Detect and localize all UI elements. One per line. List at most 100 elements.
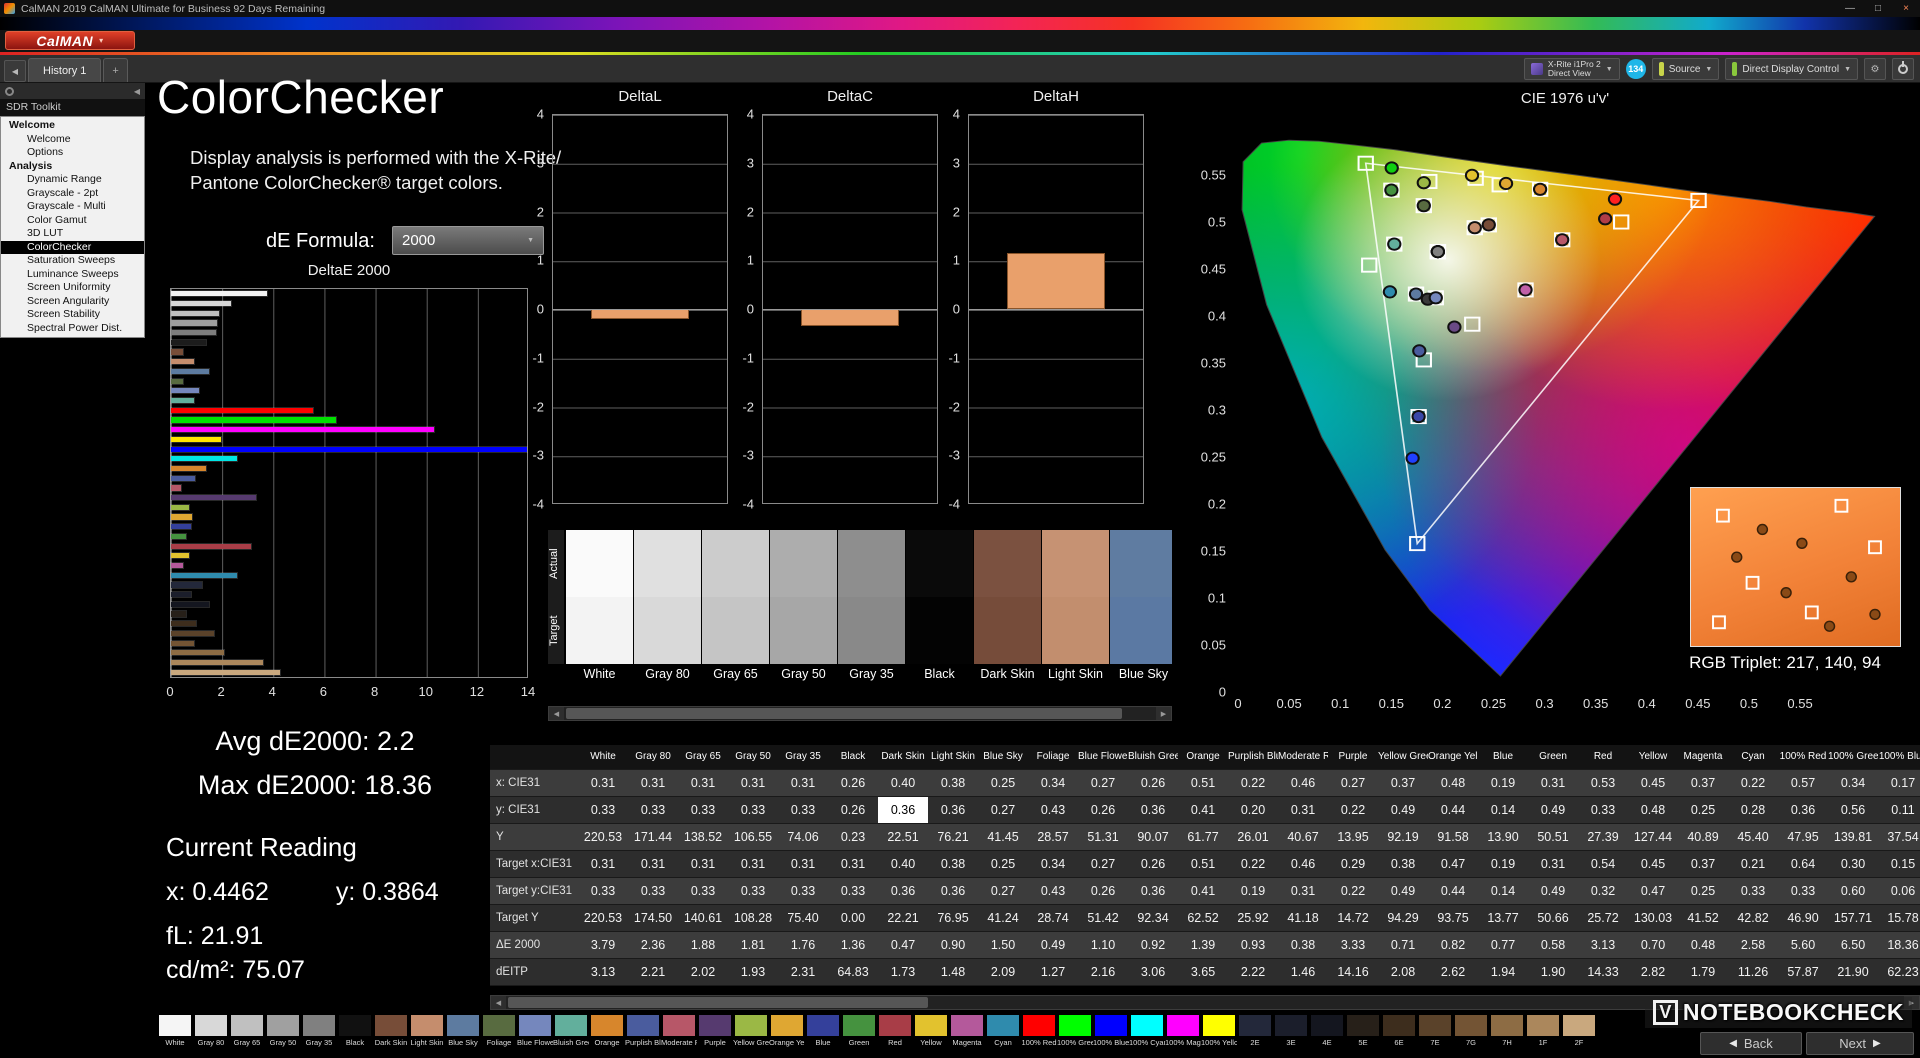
cell[interactable]: 108.28 xyxy=(728,904,778,932)
cell[interactable]: 2.31 xyxy=(778,958,828,986)
cell[interactable]: 0.27 xyxy=(978,796,1028,824)
cell[interactable]: 42.82 xyxy=(1728,904,1778,932)
cell[interactable]: 0.33 xyxy=(728,877,778,905)
cell[interactable]: 28.57 xyxy=(1028,823,1078,851)
calman-logo-menu[interactable]: CalMAN ▾ xyxy=(5,31,135,50)
patch-bluish-green[interactable]: Bluish Green xyxy=(553,1014,589,1058)
cell[interactable]: 0.15 xyxy=(1878,850,1920,878)
cell[interactable]: 0.14 xyxy=(1478,877,1528,905)
cell[interactable]: 0.31 xyxy=(1278,796,1328,824)
cell[interactable]: 174.50 xyxy=(628,904,678,932)
cell[interactable]: 157.71 xyxy=(1828,904,1878,932)
patch-dark-skin[interactable]: Dark Skin xyxy=(373,1014,409,1058)
sidebar-item-saturation-sweeps[interactable]: Saturation Sweeps xyxy=(1,254,144,268)
cell[interactable]: 0.31 xyxy=(1528,850,1578,878)
cell[interactable]: 1.90 xyxy=(1528,958,1578,986)
cell[interactable]: 0.82 xyxy=(1428,931,1478,959)
sidebar-item-welcome[interactable]: Welcome xyxy=(1,119,144,133)
cell[interactable]: 0.38 xyxy=(928,769,978,797)
cell[interactable]: 51.42 xyxy=(1078,904,1128,932)
meter-selector[interactable]: X-Rite i1Pro 2 Direct View ▼ xyxy=(1523,58,1620,80)
cell[interactable]: 41.52 xyxy=(1678,904,1728,932)
cell[interactable]: 41.24 xyxy=(978,904,1028,932)
maximize-icon[interactable]: □ xyxy=(1864,3,1892,14)
patch-foliage[interactable]: Foliage xyxy=(481,1014,517,1058)
back-button[interactable]: ◀ Back xyxy=(1700,1032,1802,1055)
cell[interactable]: 1.10 xyxy=(1078,931,1128,959)
cell[interactable]: 0.19 xyxy=(1478,769,1528,797)
cell[interactable]: 25.72 xyxy=(1578,904,1628,932)
sidebar-item-options[interactable]: Options xyxy=(1,146,144,160)
cell[interactable]: 62.52 xyxy=(1178,904,1228,932)
cell[interactable]: 0.48 xyxy=(1628,796,1678,824)
cell[interactable]: 0.33 xyxy=(728,796,778,824)
cell[interactable]: 76.21 xyxy=(928,823,978,851)
cell[interactable]: 0.26 xyxy=(828,769,878,797)
cell[interactable]: 0.90 xyxy=(928,931,978,959)
cell[interactable]: 0.33 xyxy=(678,796,728,824)
cell[interactable]: 0.49 xyxy=(1378,796,1428,824)
cell[interactable]: 6.50 xyxy=(1828,931,1878,959)
cell[interactable]: 3.65 xyxy=(1178,958,1228,986)
cell[interactable]: 0.40 xyxy=(878,850,928,878)
patch-7g[interactable]: 7G xyxy=(1453,1014,1489,1058)
swatch-scrollbar[interactable]: ◀ ▶ xyxy=(548,706,1172,721)
patch-1f[interactable]: 1F xyxy=(1525,1014,1561,1058)
cell[interactable]: 0.19 xyxy=(1228,877,1278,905)
cell[interactable]: 0.25 xyxy=(978,850,1028,878)
patch-100-green[interactable]: 100% Green xyxy=(1057,1014,1093,1058)
patch-white[interactable]: White xyxy=(157,1014,193,1058)
cell[interactable]: 0.45 xyxy=(1628,850,1678,878)
cell[interactable]: 2.16 xyxy=(1078,958,1128,986)
cell[interactable]: 0.60 xyxy=(1828,877,1878,905)
cell[interactable]: 0.45 xyxy=(1628,769,1678,797)
cell[interactable]: 0.31 xyxy=(828,850,878,878)
cell[interactable]: 1.94 xyxy=(1478,958,1528,986)
scrollbar-track[interactable] xyxy=(564,707,1156,720)
cell[interactable]: 0.33 xyxy=(778,877,828,905)
cell[interactable]: 21.90 xyxy=(1828,958,1878,986)
cell[interactable]: 0.56 xyxy=(1828,796,1878,824)
patch-gray-35[interactable]: Gray 35 xyxy=(301,1014,337,1058)
cell[interactable]: 0.37 xyxy=(1678,769,1728,797)
history-back-button[interactable]: ◀ xyxy=(4,60,26,82)
cell[interactable]: 1.50 xyxy=(978,931,1028,959)
cell[interactable]: 0.38 xyxy=(1378,850,1428,878)
cell[interactable]: 13.90 xyxy=(1478,823,1528,851)
cell[interactable]: 1.39 xyxy=(1178,931,1228,959)
cell[interactable]: 0.57 xyxy=(1778,769,1828,797)
cell[interactable]: 5.60 xyxy=(1778,931,1828,959)
cell[interactable]: 2.22 xyxy=(1228,958,1278,986)
cell[interactable]: 0.44 xyxy=(1428,877,1478,905)
cell[interactable]: 0.22 xyxy=(1328,796,1378,824)
cell[interactable]: 14.16 xyxy=(1328,958,1378,986)
cell[interactable]: 0.43 xyxy=(1028,877,1078,905)
cell[interactable]: 140.61 xyxy=(678,904,728,932)
display-control-selector[interactable]: Direct Display Control ▼ xyxy=(1725,58,1858,80)
cell[interactable]: 220.53 xyxy=(578,904,628,932)
cell[interactable]: 106.55 xyxy=(728,823,778,851)
patch-3e[interactable]: 3E xyxy=(1273,1014,1309,1058)
cell[interactable]: 0.25 xyxy=(1678,877,1728,905)
patch-7h[interactable]: 7H xyxy=(1489,1014,1525,1058)
patch-light-skin[interactable]: Light Skin xyxy=(409,1014,445,1058)
cell[interactable]: 11.26 xyxy=(1728,958,1778,986)
cell[interactable]: 0.20 xyxy=(1228,796,1278,824)
cell[interactable]: 1.73 xyxy=(878,958,928,986)
cell[interactable]: 0.47 xyxy=(878,931,928,959)
cell[interactable]: 0.22 xyxy=(1228,850,1278,878)
sidebar-item-luminance-sweeps[interactable]: Luminance Sweeps xyxy=(1,268,144,282)
cell[interactable]: 2.62 xyxy=(1428,958,1478,986)
patch-100-magenta[interactable]: 100% Magenta xyxy=(1165,1014,1201,1058)
cell[interactable]: 14.72 xyxy=(1328,904,1378,932)
patch-100-yellow[interactable]: 100% Yellow xyxy=(1201,1014,1237,1058)
cell[interactable]: 0.44 xyxy=(1428,796,1478,824)
cell[interactable]: 3.79 xyxy=(578,931,628,959)
patch-green[interactable]: Green xyxy=(841,1014,877,1058)
cell[interactable]: 127.44 xyxy=(1628,823,1678,851)
cell[interactable]: 139.81 xyxy=(1828,823,1878,851)
cell[interactable]: 0.22 xyxy=(1328,877,1378,905)
cell[interactable]: 14.33 xyxy=(1578,958,1628,986)
cell[interactable]: 0.47 xyxy=(1628,877,1678,905)
cell[interactable]: 0.37 xyxy=(1378,769,1428,797)
